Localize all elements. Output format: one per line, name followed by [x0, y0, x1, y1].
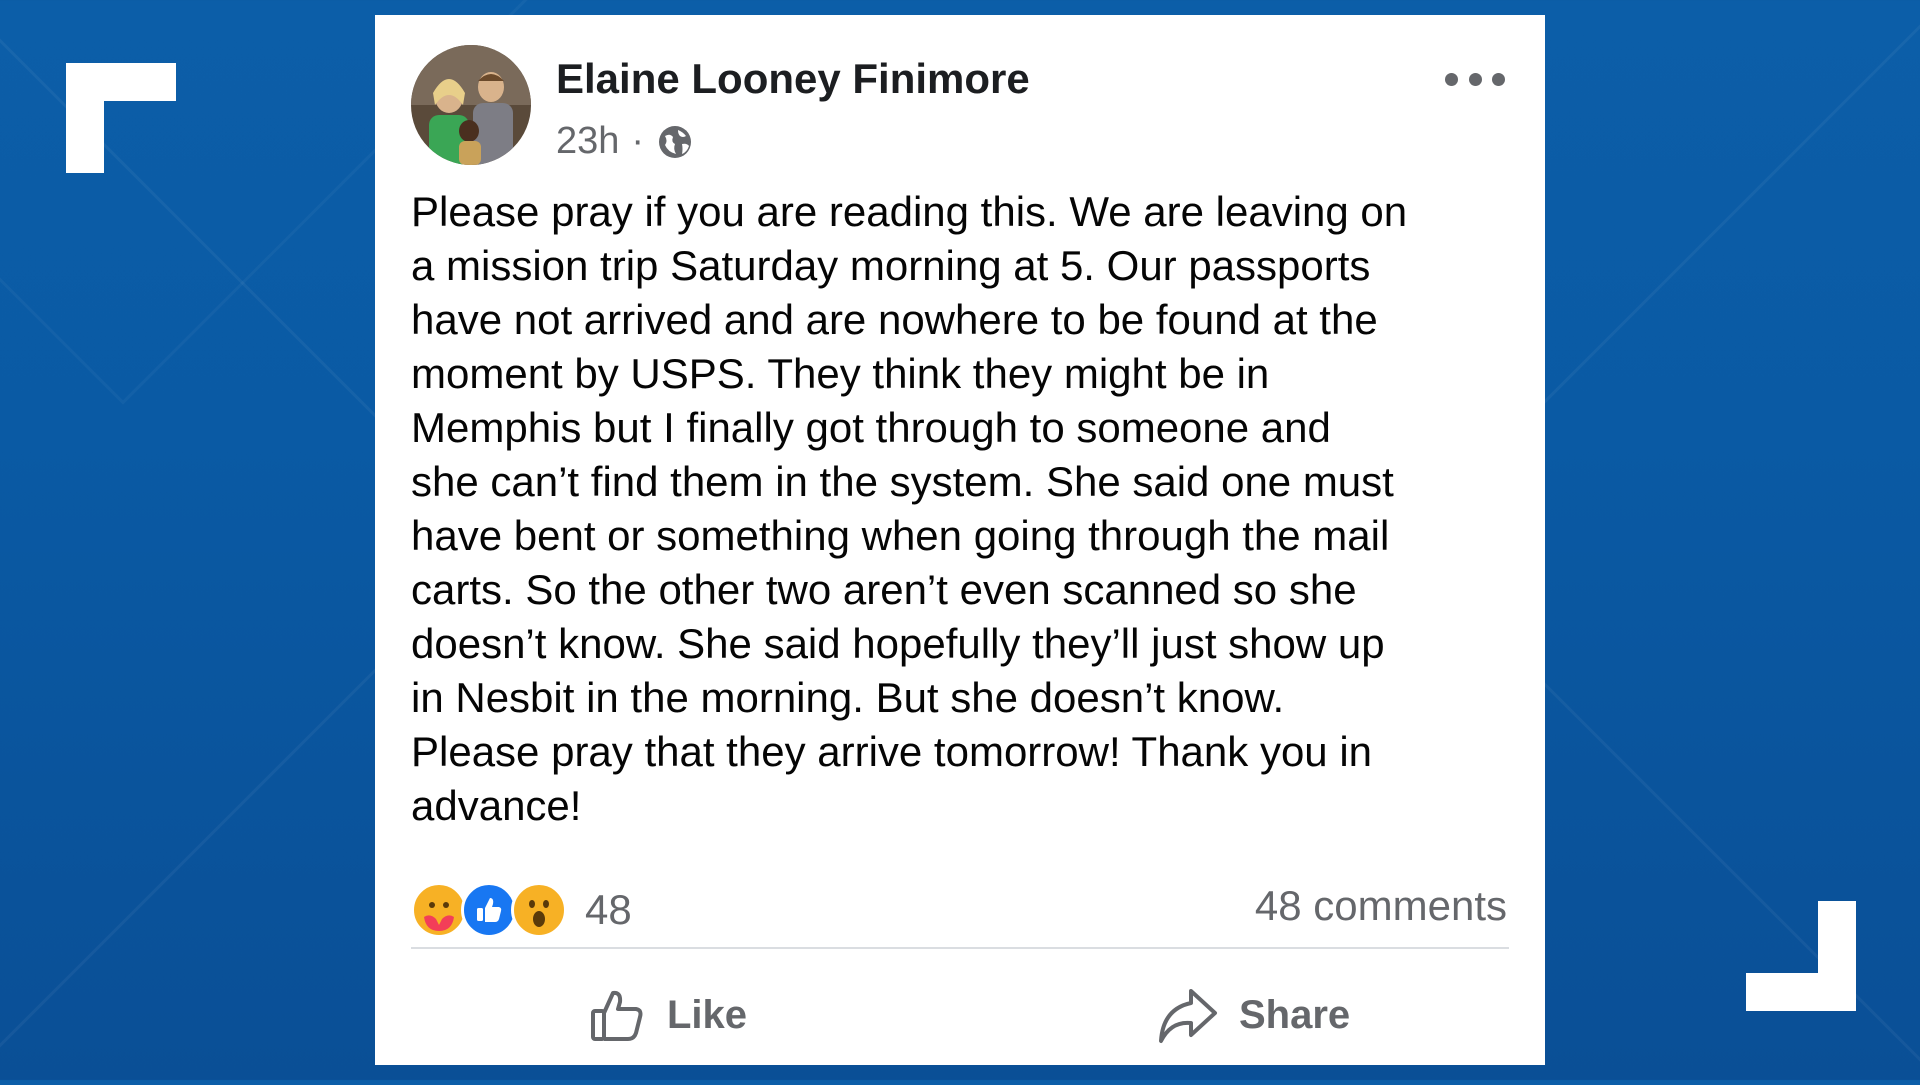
reactions-summary[interactable]: 48 — [411, 882, 632, 938]
facebook-post-card: Elaine Looney Finimore 23h · Please pray… — [375, 15, 1545, 1065]
meta-separator: · — [631, 120, 645, 162]
thumbs-up-icon — [587, 985, 647, 1045]
care-reaction-icon — [411, 882, 467, 938]
author-name[interactable]: Elaine Looney Finimore — [556, 55, 1030, 103]
share-button[interactable]: Share — [1155, 985, 1350, 1045]
avatar[interactable] — [411, 45, 531, 165]
share-label: Share — [1239, 992, 1351, 1037]
more-options-icon[interactable] — [1445, 67, 1505, 91]
post-body: Please pray if you are reading this. We … — [411, 188, 1408, 829]
globe-icon[interactable] — [656, 123, 694, 161]
wow-reaction-icon — [511, 882, 567, 938]
reaction-count: 48 — [585, 886, 632, 933]
like-label: Like — [667, 992, 748, 1037]
like-reaction-icon — [461, 882, 517, 938]
share-arrow-icon — [1155, 985, 1219, 1045]
post-time[interactable]: 23h — [556, 120, 619, 163]
divider — [411, 947, 1509, 949]
comments-count[interactable]: 48 comments — [1255, 882, 1507, 930]
like-button[interactable]: Like — [587, 985, 747, 1045]
post-meta: 23h · — [556, 120, 694, 163]
